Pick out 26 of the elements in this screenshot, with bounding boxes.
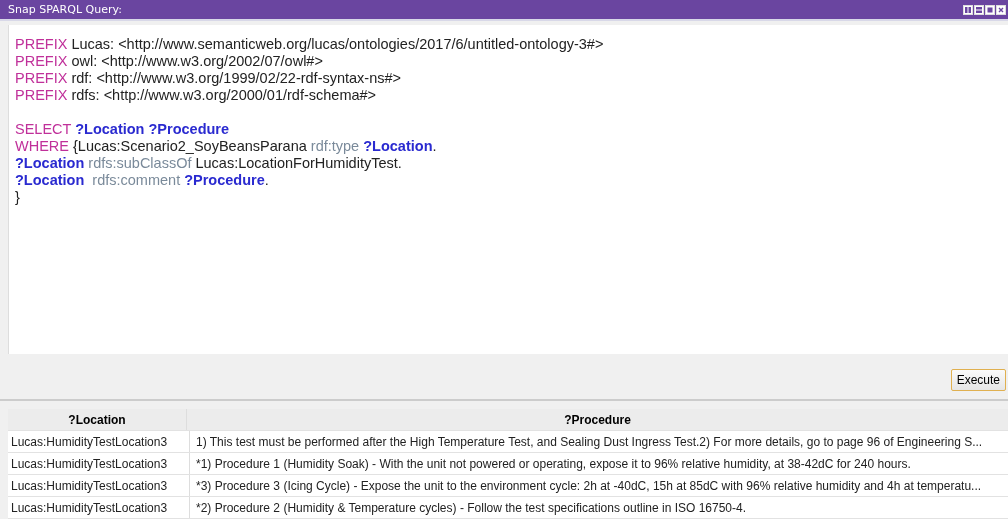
code-line: } bbox=[15, 189, 20, 206]
table-cell: Lucas:HumidityTestLocation3 bbox=[8, 453, 190, 474]
code-line: PREFIX owl: <http://www.w3.org/2002/07/owl#> bbox=[15, 53, 323, 70]
table-cell-text: *1) Procedure 1 (Humidity Soak) - With the unit not powered or operating, expose it to 96% relative humidity, at 38-42dC for 240 hours. bbox=[195, 455, 912, 473]
table-cell-text: *3) Procedure 3 (Icing Cycle) - Expose the unit to the environment cycle: 2h at -40dC, 15h at 85dC with 96% relative humidity and 4h at temperatu... bbox=[195, 477, 983, 495]
split-horizontal-icon[interactable] bbox=[974, 4, 984, 15]
code-line: PREFIX rdf: <http://www.w3.org/1999/02/22-rdf-syntax-ns#> bbox=[15, 70, 402, 87]
close-icon[interactable] bbox=[996, 4, 1006, 15]
column-header[interactable]: ?Location bbox=[8, 409, 187, 430]
split-vertical-icon[interactable] bbox=[963, 4, 973, 15]
maximize-icon[interactable] bbox=[985, 4, 995, 15]
column-header[interactable]: ?Procedure bbox=[187, 409, 1008, 430]
table-cell: Lucas:HumidityTestLocation3 bbox=[8, 431, 190, 452]
table-cell: Lucas:HumidityTestLocation3 bbox=[8, 475, 190, 496]
execute-button[interactable]: Execute bbox=[950, 368, 1006, 391]
code-line: ?Location rdfs:subClassOf Lucas:LocationForHumidityTest. bbox=[15, 155, 402, 172]
table-cell: Lucas:HumidityTestLocation3 bbox=[8, 497, 190, 518]
table-cell-text: *2) Procedure 2 (Humidity & Temperature cycles) - Follow the test specifications outline in ISO 16750-4. bbox=[195, 499, 748, 517]
code-line: PREFIX Lucas: <http://www.semanticweb.org/lucas/ontologies/2017/6/untitled-ontology-3#> bbox=[15, 36, 604, 53]
code-line: ?Location rdfs:comment ?Procedure. bbox=[15, 172, 269, 189]
query-editor[interactable] bbox=[8, 25, 1008, 355]
code-line: SELECT ?Location ?Procedure bbox=[15, 121, 230, 138]
window-title: Snap SPARQL Query: bbox=[8, 3, 122, 17]
table-cell-text: 1) This test must be performed after the High Temperature Test, and Sealing Dust Ingress Test.2) For more details, go to page 96 of Engineering S... bbox=[195, 433, 984, 451]
code-line: WHERE {Lucas:Scenario2_SoyBeansParana rdf:type ?Location. bbox=[15, 138, 437, 155]
code-line: PREFIX rdfs: <http://www.w3.org/2000/01/rdf-schema#> bbox=[15, 87, 377, 104]
